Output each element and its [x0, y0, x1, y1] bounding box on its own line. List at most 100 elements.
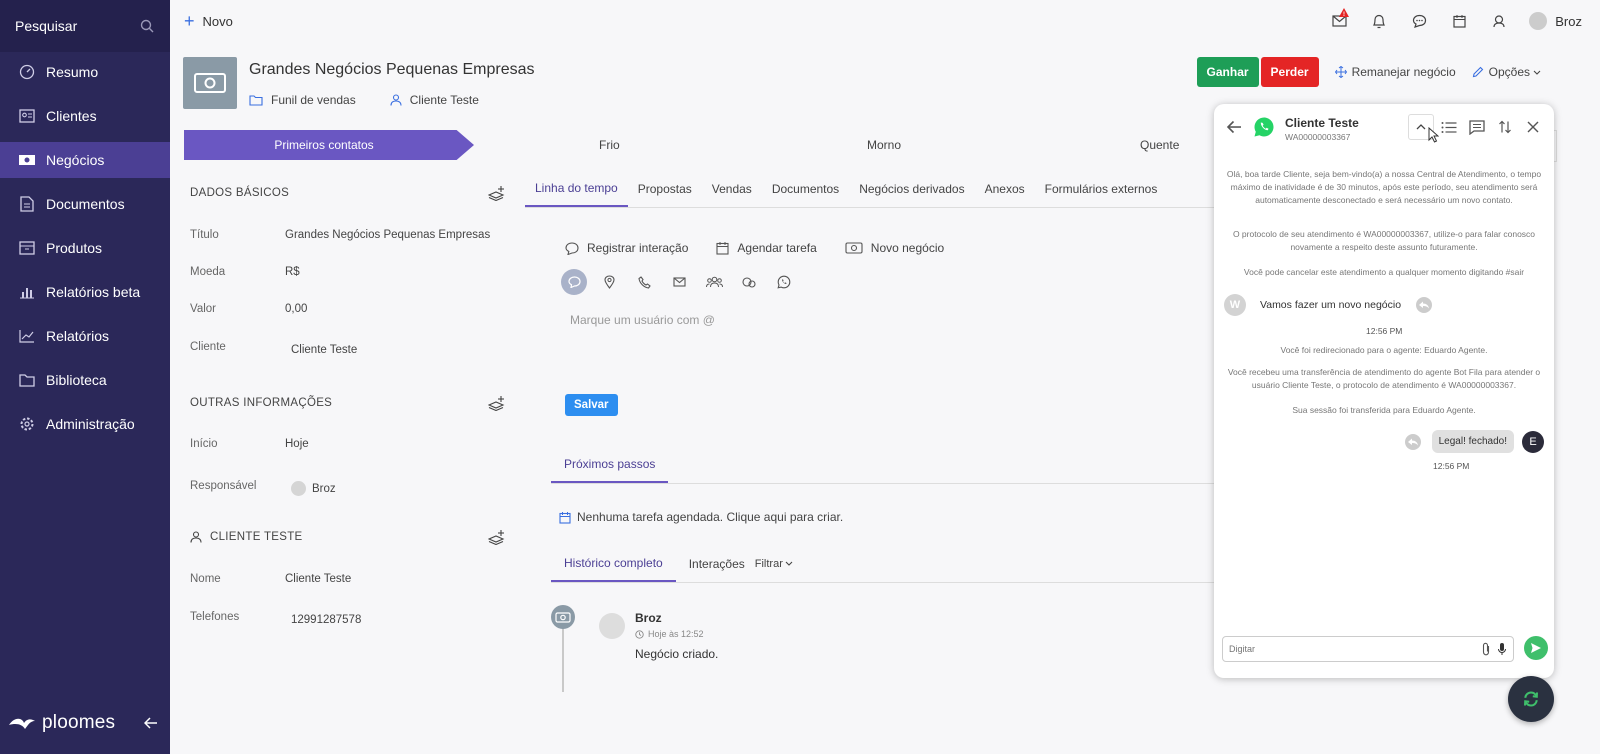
sidebar-search[interactable]: Pesquisar — [0, 0, 170, 52]
channel-visit[interactable] — [736, 269, 762, 295]
chevron-up-icon — [1416, 124, 1426, 130]
pipeline-stages: Primeiros contatos Frio Morno Quente — [184, 130, 1214, 160]
field-value[interactable]: Hoje — [285, 438, 309, 450]
channel-phone[interactable] — [631, 269, 657, 295]
save-button[interactable]: Salvar — [565, 394, 618, 416]
channel-chat[interactable] — [561, 269, 587, 295]
tab-anexos[interactable]: Anexos — [975, 170, 1035, 207]
message-input-box — [1222, 636, 1514, 662]
move-deal-button[interactable]: Remanejar negócio — [1334, 65, 1456, 79]
sidebar-item-administracao[interactable]: Administração — [0, 406, 170, 442]
mail-button[interactable]: ! — [1319, 0, 1359, 42]
new-button[interactable]: + Novo — [184, 11, 233, 32]
calendar-button[interactable] — [1439, 0, 1479, 42]
system-message: Você pode cancelar este atendimento a qu… — [1243, 267, 1525, 277]
collapse-arrow-icon[interactable] — [144, 717, 158, 729]
lose-button[interactable]: Perder — [1260, 57, 1319, 87]
sidebar-item-documentos[interactable]: Documentos — [0, 186, 170, 222]
pipeline-link[interactable]: Funil de vendas — [249, 93, 356, 107]
chat-bubble-icon — [1412, 14, 1426, 28]
message-button[interactable] — [1464, 114, 1490, 140]
support-button[interactable] — [1479, 0, 1519, 42]
stage-primeiros-contatos[interactable]: Primeiros contatos — [184, 130, 474, 160]
close-button[interactable] — [1520, 114, 1546, 140]
sidebar-item-relatorios[interactable]: Relatórios — [0, 318, 170, 354]
sidebar-item-negocios[interactable]: Negócios — [0, 142, 170, 178]
sidebar-item-produtos[interactable]: Produtos — [0, 230, 170, 266]
chat-button[interactable] — [1399, 0, 1439, 42]
box-icon — [18, 239, 36, 257]
field-value[interactable]: 0,00 — [285, 303, 307, 315]
reply-icon[interactable] — [1404, 433, 1422, 450]
sidebar-item-biblioteca[interactable]: Biblioteca — [0, 362, 170, 398]
system-message: Sua sessão foi transferida para Eduardo … — [1292, 405, 1476, 415]
channel-email[interactable] — [666, 269, 692, 295]
client-link[interactable]: Cliente Teste — [390, 93, 479, 107]
pipeline-name: Funil de vendas — [271, 93, 356, 107]
history-text: Negócio criado. — [635, 647, 719, 661]
document-icon — [18, 195, 36, 213]
edit-layers-icon[interactable] — [488, 185, 506, 201]
top-icons: ! Broz — [1319, 0, 1600, 42]
history-author: Broz — [635, 611, 662, 625]
stage-morno[interactable]: Morno — [867, 130, 901, 160]
field-label: Telefones — [190, 611, 240, 623]
search-icon[interactable] — [140, 19, 154, 33]
stage-frio[interactable]: Frio — [599, 130, 620, 160]
chat-bubble-icon — [567, 276, 581, 288]
tab-documentos[interactable]: Documentos — [762, 170, 849, 207]
microphone-icon[interactable] — [1497, 642, 1507, 656]
tab-interacoes[interactable]: Interações — [676, 545, 750, 582]
tab-linha-do-tempo[interactable]: Linha do tempo — [525, 170, 628, 207]
notifications-button[interactable] — [1359, 0, 1399, 42]
reply-icon[interactable] — [1415, 297, 1433, 313]
empty-tasks-link[interactable]: Nenhuma tarefa agendada. Clique aqui par… — [559, 510, 843, 524]
owner[interactable]: Broz — [291, 481, 336, 496]
sidebar-item-clientes[interactable]: Clientes — [0, 98, 170, 134]
send-button[interactable] — [1524, 636, 1548, 660]
channel-location[interactable] — [596, 269, 622, 295]
tab-proximos-passos[interactable]: Próximos passos — [551, 446, 669, 483]
mail-icon — [672, 277, 686, 287]
mention-input[interactable]: Marque um usuário com @ — [570, 313, 715, 327]
sidebar-item-resumo[interactable]: Resumo — [0, 54, 170, 90]
user-menu[interactable]: Broz — [1529, 12, 1582, 30]
channel-selector — [561, 269, 806, 295]
attachment-icon[interactable] — [1481, 642, 1491, 656]
new-deal-button[interactable]: Novo negócio — [845, 241, 944, 255]
tab-negocios-derivados[interactable]: Negócios derivados — [849, 170, 974, 207]
field-value[interactable]: R$ — [285, 266, 300, 278]
field-value[interactable]: Grandes Negócios Pequenas Empresas — [285, 229, 490, 241]
visit-icon — [742, 276, 756, 288]
stage-quente[interactable]: Quente — [1140, 130, 1179, 160]
list-button[interactable] — [1436, 114, 1462, 140]
refresh-fab-button[interactable] — [1508, 676, 1554, 722]
edit-layers-icon[interactable] — [488, 395, 506, 411]
back-arrow-icon[interactable] — [1226, 120, 1242, 134]
field-value[interactable]: Cliente Teste — [291, 344, 357, 356]
bar-chart-icon — [18, 283, 36, 301]
message-time: 12:56 PM — [1366, 326, 1403, 336]
win-button[interactable]: Ganhar — [1196, 57, 1259, 87]
edit-layers-icon[interactable] — [488, 529, 506, 545]
filter-dropdown[interactable]: Filtrar — [750, 545, 806, 582]
schedule-task-button[interactable]: Agendar tarefa — [716, 241, 817, 255]
channel-meeting[interactable] — [701, 269, 727, 295]
tab-propostas[interactable]: Propostas — [628, 170, 702, 207]
register-interaction-button[interactable]: Registrar interação — [565, 241, 688, 255]
field-row: Responsável Broz — [184, 475, 336, 496]
field-value[interactable]: Cliente Teste — [285, 573, 351, 585]
tab-vendas[interactable]: Vendas — [702, 170, 762, 207]
transfer-button[interactable] — [1492, 114, 1518, 140]
tab-formularios-externos[interactable]: Formulários externos — [1035, 170, 1168, 207]
message-input[interactable] — [1229, 644, 1449, 654]
tab-historico-completo[interactable]: Histórico completo — [551, 545, 676, 582]
options-button[interactable]: Opções — [1472, 65, 1546, 79]
chat-header: Cliente Teste WA00000003367 — [1214, 104, 1554, 150]
sidebar-item-relatorios-beta[interactable]: Relatórios beta — [0, 274, 170, 310]
calendar-icon — [1453, 15, 1466, 28]
field-value[interactable]: 12991287578 — [291, 614, 361, 626]
channel-whatsapp[interactable] — [771, 269, 797, 295]
move-arrows-icon — [1334, 66, 1347, 78]
folder-icon — [18, 371, 36, 389]
